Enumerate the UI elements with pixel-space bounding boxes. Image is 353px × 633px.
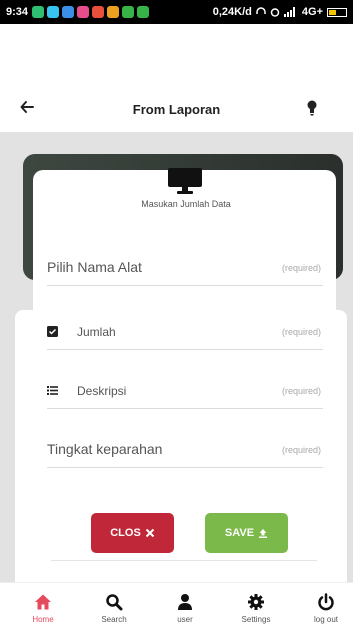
notification-app-icon [62, 6, 75, 18]
notification-app-icon [77, 6, 90, 18]
nav-item-settings[interactable]: Settings [226, 593, 286, 624]
select-equipment-field[interactable]: Pilih Nama Alat (required) [47, 250, 323, 286]
network-type: 4G+ [301, 6, 323, 18]
nav-label: log out [313, 615, 339, 624]
description-field[interactable]: Deskripsi (required) [47, 373, 323, 409]
nav-item-search[interactable]: Search [84, 593, 144, 624]
severity-field[interactable]: Tingkat keparahan (required) [47, 432, 323, 468]
power-icon [318, 593, 334, 611]
signal-icon [283, 7, 295, 17]
alarm-icon [270, 8, 280, 17]
quantity-field[interactable]: Jumlah (required) [47, 314, 323, 350]
field-label: Pilih Nama Alat [47, 259, 142, 275]
headphones-icon [256, 7, 266, 14]
notification-app-icon [107, 6, 120, 18]
nav-label: user [177, 615, 193, 624]
nav-item-user[interactable]: user [155, 593, 215, 624]
close-button-label: CLOS [110, 527, 141, 539]
save-button[interactable]: SAVE [205, 513, 288, 553]
field-label: Deskripsi [77, 384, 127, 398]
checkbox-icon [47, 326, 58, 337]
status-right: 0,24K/d 4G+ [213, 6, 347, 18]
page-title: From Laporan [132, 102, 221, 117]
list-icon [47, 386, 58, 395]
upload-icon [259, 529, 268, 538]
nav-item-logout[interactable]: log out [296, 593, 353, 624]
monitor-icon [168, 168, 202, 194]
nav-label: Settings [241, 615, 271, 624]
app-header: From Laporan [0, 90, 353, 130]
nav-item-home[interactable]: Home [13, 593, 73, 624]
field-hint: (required) [281, 263, 321, 273]
notification-app-icon [32, 6, 45, 18]
field-label: Tingkat keparahan [47, 441, 163, 457]
network-speed: 0,24K/d [212, 6, 252, 18]
status-time: 9:34 [6, 6, 29, 18]
close-button[interactable]: CLOS [91, 513, 174, 553]
notification-app-icon [137, 6, 150, 18]
gear-icon [248, 594, 264, 610]
form-subtitle: Masukan Jumlah Data [141, 199, 231, 209]
nav-label: Home [32, 615, 54, 624]
user-icon [178, 594, 192, 610]
field-hint: (required) [281, 327, 321, 337]
nav-label: Search [101, 615, 127, 624]
notification-app-icon [92, 6, 105, 18]
status-bar: 9:34 0,24K/d 4G+ [0, 0, 353, 24]
search-icon [106, 594, 123, 611]
form-divider [51, 560, 317, 561]
home-icon [35, 594, 51, 610]
field-hint: (required) [281, 445, 321, 455]
battery-icon [327, 7, 347, 17]
close-icon [145, 528, 154, 538]
field-hint: (required) [281, 386, 321, 396]
lightbulb-icon[interactable] [307, 100, 317, 116]
notification-app-icon [47, 6, 60, 18]
notification-app-icon [122, 6, 135, 18]
notification-icons [32, 6, 150, 18]
field-label: Jumlah [77, 325, 116, 339]
save-button-label: SAVE [224, 527, 255, 539]
bottom-nav: Home Search user Settings log out [0, 582, 353, 633]
